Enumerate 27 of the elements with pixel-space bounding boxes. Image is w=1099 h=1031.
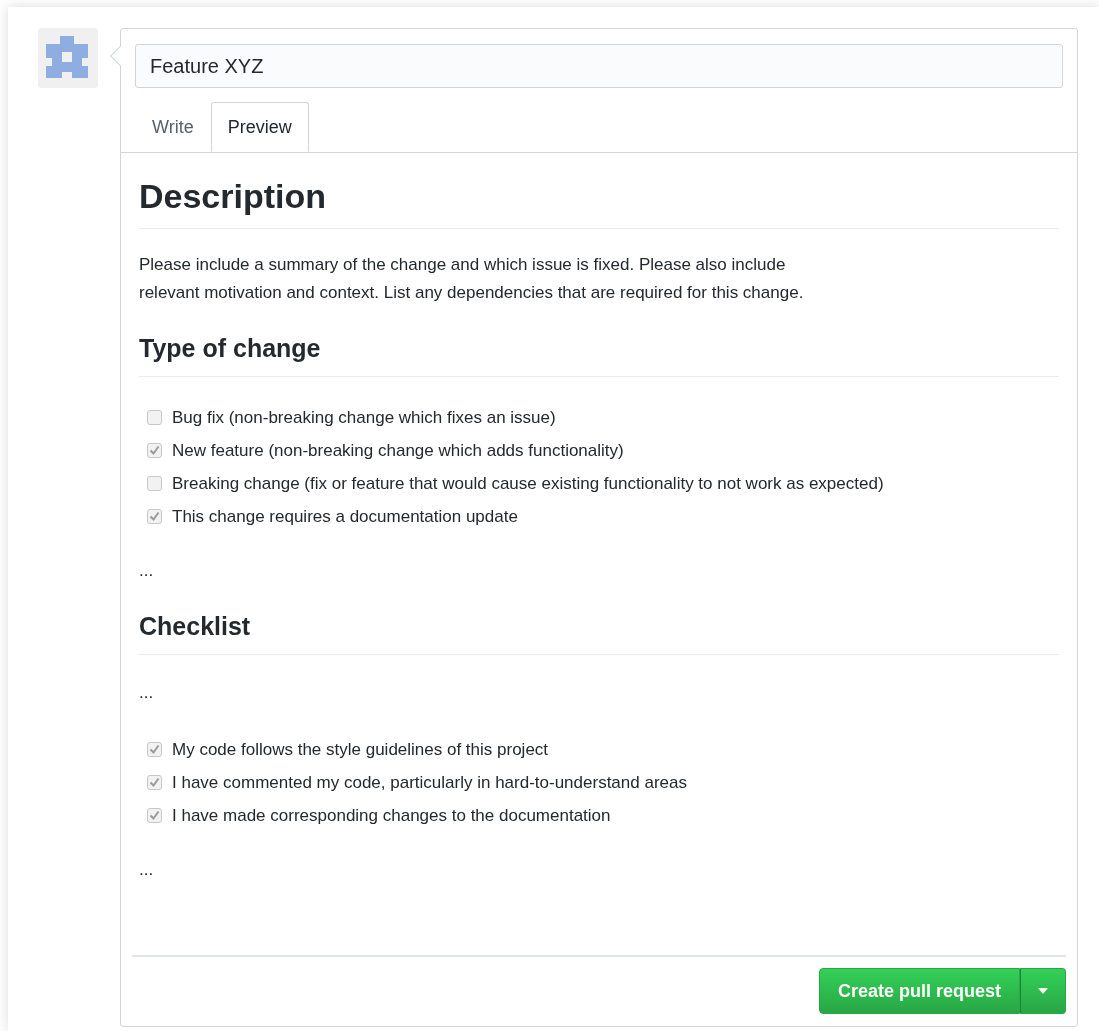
heading: Description	[139, 175, 1059, 229]
checklist-item-label: New feature (non-breaking change which adds functionality)	[172, 439, 624, 462]
checklist-item-label: I have made corresponding changes to the documentation	[172, 804, 611, 827]
dropdown-toggle[interactable]	[1020, 968, 1066, 1014]
checklist-item-label: This change requires a documentation update	[172, 505, 518, 528]
tab[interactable]: Write	[135, 102, 211, 152]
checkbox[interactable]	[147, 775, 162, 790]
heading: Type of change	[139, 332, 1059, 377]
checkbox[interactable]	[147, 808, 162, 823]
title-field[interactable]: Feature XYZ	[135, 44, 1063, 88]
checkbox[interactable]	[147, 475, 162, 491]
heading: Checklist	[139, 610, 1059, 655]
paragraph: ...	[139, 682, 155, 704]
checkbox[interactable]	[147, 508, 162, 524]
paragraph: Please include a summary of the change and which issue is fixed. Please also include relevant motivation and context. List any dependencies that are required for this change.	[139, 253, 805, 304]
checkbox[interactable]	[147, 742, 162, 757]
checkbox[interactable]	[147, 409, 162, 425]
caret-icon	[1038, 988, 1048, 994]
checklist-item-label: My code follows the style guidelines of this project	[172, 738, 549, 761]
paragraph: ...	[139, 559, 155, 582]
checklist-item-label: I have commented my code, particularly in hard-to-understand areas	[172, 771, 687, 794]
checklist-item-label: Bug fix (non-breaking change which fixes an issue)	[172, 406, 556, 429]
tab[interactable]: Preview	[210, 102, 309, 152]
avatar-icon	[38, 28, 98, 88]
checklist-item-label: Breaking change (fix or feature that would cause existing functionality to not work as expected)	[172, 472, 884, 495]
paragraph: ...	[139, 859, 155, 881]
checkbox[interactable]	[147, 442, 162, 458]
